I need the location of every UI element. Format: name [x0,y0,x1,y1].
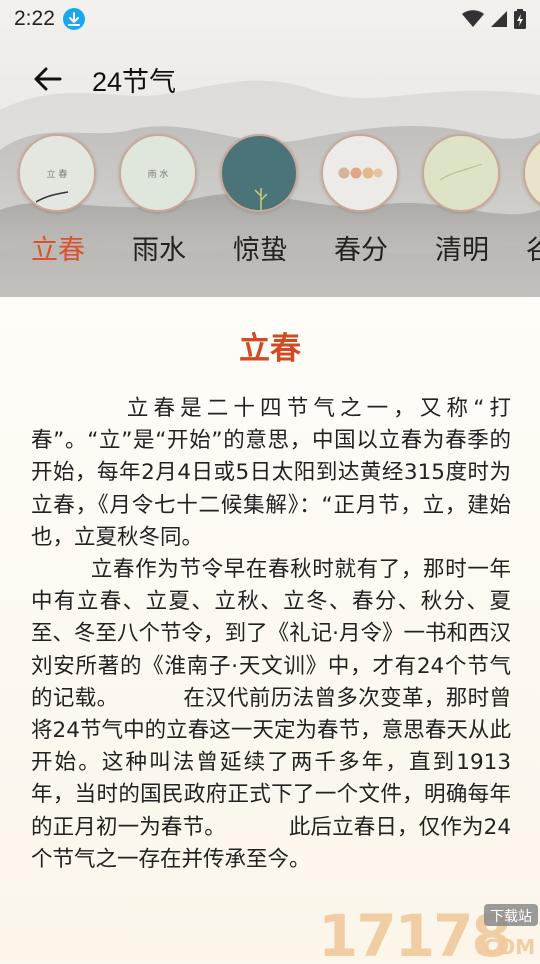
wifi-icon [462,10,484,27]
back-button[interactable] [20,51,76,107]
term-item-jingzhe[interactable]: 惊蛰 [215,134,305,274]
term-item-qingming[interactable]: 清明 [417,134,507,274]
battery-icon [514,9,526,29]
svg-text:.COM: .COM [476,935,535,959]
watermark-logo: 17178 .COM 下载站 [312,900,540,964]
term-item-yushui[interactable]: 雨 水 雨水 [114,134,204,274]
term-label: 惊蛰 [233,235,287,265]
status-time: 2:22 [14,7,55,30]
term-label: 立春 [31,235,85,265]
toolbar: 24节气 [0,50,540,108]
term-label: 雨水 [132,235,186,265]
term-item-lichun[interactable]: 立 春 立春 [13,134,103,274]
term-thumbnail: 雨 水 [119,134,197,212]
term-thumbnail: 立 春 [18,134,96,212]
term-thumbnail [321,134,399,212]
solar-terms-carousel[interactable]: 立 春 立春 雨 水 雨水 惊蛰 春分 清明 谷 [0,134,540,274]
term-thumbnail [523,134,540,212]
article-body: 立春是二十四节气之一，又称“打春”。“立”是“开始”的意思，中国以立春为春季的开… [31,396,511,872]
svg-text:下载站: 下载站 [490,909,532,925]
header-banner: 2:22 24节气 立 春 立春 雨 水 雨水 惊蛰 春分 清明 谷 [0,0,540,297]
term-label: 清明 [435,235,489,265]
term-label: 春分 [334,235,388,265]
term-item-chunfen[interactable]: 春分 [316,134,406,274]
term-label: 谷 [526,235,540,265]
arrow-left-icon [34,67,62,91]
article-title: 立春 [239,331,301,367]
status-bar: 2:22 [0,0,540,38]
download-icon [62,8,85,30]
term-thumbnail [422,134,500,212]
article-panel: 立春 立春是二十四节气之一，又称“打春”。“立”是“开始”的意思，中国以立春为春… [0,297,540,960]
page-title: 24节气 [92,66,177,97]
term-item-guyu[interactable]: 谷 [518,134,540,274]
signal-icon [491,11,507,27]
term-thumbnail [220,134,298,212]
